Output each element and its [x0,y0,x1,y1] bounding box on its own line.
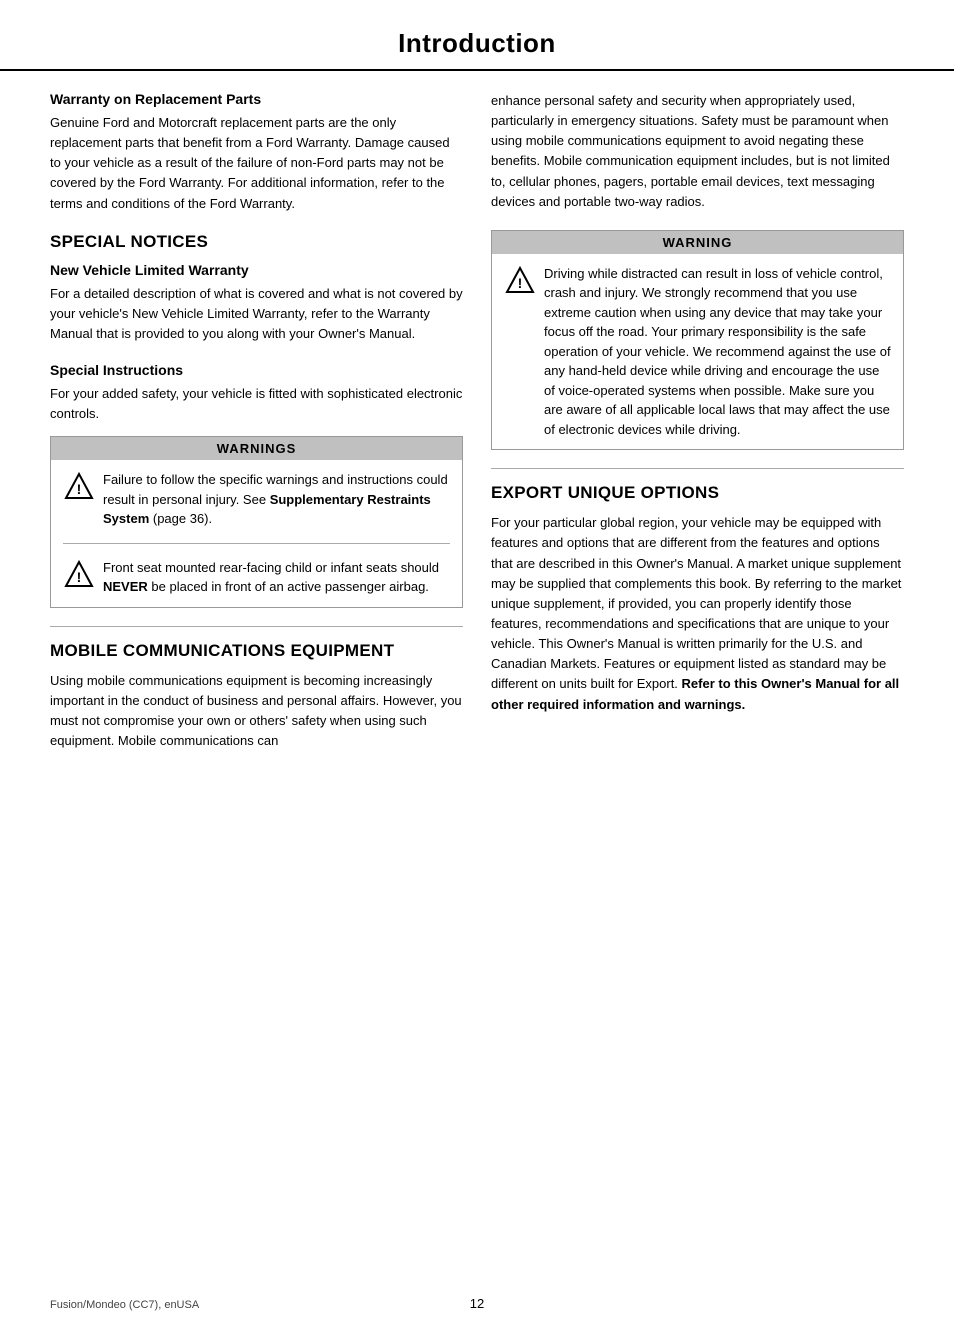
warning-text-2: Front seat mounted rear-facing child or … [103,558,450,597]
warnings-header: WARNINGS [51,437,462,460]
new-vehicle-body: For a detailed description of what is co… [50,284,463,344]
warning-row-1: ! Failure to follow the specific warning… [63,470,450,529]
right-warning-text: Driving while distracted can result in l… [544,264,891,440]
content-area: Warranty on Replacement Parts Genuine Fo… [0,91,954,769]
mobile-body: Using mobile communications equipment is… [50,671,463,752]
right-warning-box: WARNING ! Driving while distracted can r… [491,230,904,451]
export-body: For your particular global region, your … [491,513,904,714]
warning-icon-2: ! [63,559,95,591]
special-notices-title: SPECIAL NOTICES [50,232,463,252]
warranty-body: Genuine Ford and Motorcraft replacement … [50,113,463,214]
svg-text:!: ! [77,569,82,585]
footer-model: Fusion/Mondeo (CC7), enUSA [50,1299,199,1311]
page-header: Introduction [0,0,954,71]
warnings-box: WARNINGS ! Failure to follow the specifi… [50,436,463,608]
right-warning-header: WARNING [492,231,903,254]
special-instructions-title: Special Instructions [50,362,463,378]
warning-row-2: ! Front seat mounted rear-facing child o… [63,558,450,597]
right-column: enhance personal safety and security whe… [491,91,904,769]
right-warning-row: ! Driving while distracted can result in… [504,264,891,440]
right-warning-icon: ! [504,265,536,297]
warning-text-1: Failure to follow the specific warnings … [103,470,450,529]
page-title: Introduction [398,28,556,58]
page-container: Introduction Warranty on Replacement Par… [0,0,954,1329]
mobile-title: MOBILE COMMUNICATIONS EQUIPMENT [50,641,463,661]
svg-text:!: ! [77,481,82,497]
warnings-content: ! Failure to follow the specific warning… [51,460,462,607]
left-column: Warranty on Replacement Parts Genuine Fo… [50,91,463,769]
warranty-title: Warranty on Replacement Parts [50,91,463,107]
right-warning-content: ! Driving while distracted can result in… [492,254,903,450]
svg-text:!: ! [518,275,523,291]
new-vehicle-title: New Vehicle Limited Warranty [50,262,463,278]
warning-icon-1: ! [63,471,95,503]
export-title: EXPORT UNIQUE OPTIONS [491,483,904,503]
special-instructions-body: For your added safety, your vehicle is f… [50,384,463,424]
mobile-body-continued: enhance personal safety and security whe… [491,91,904,212]
